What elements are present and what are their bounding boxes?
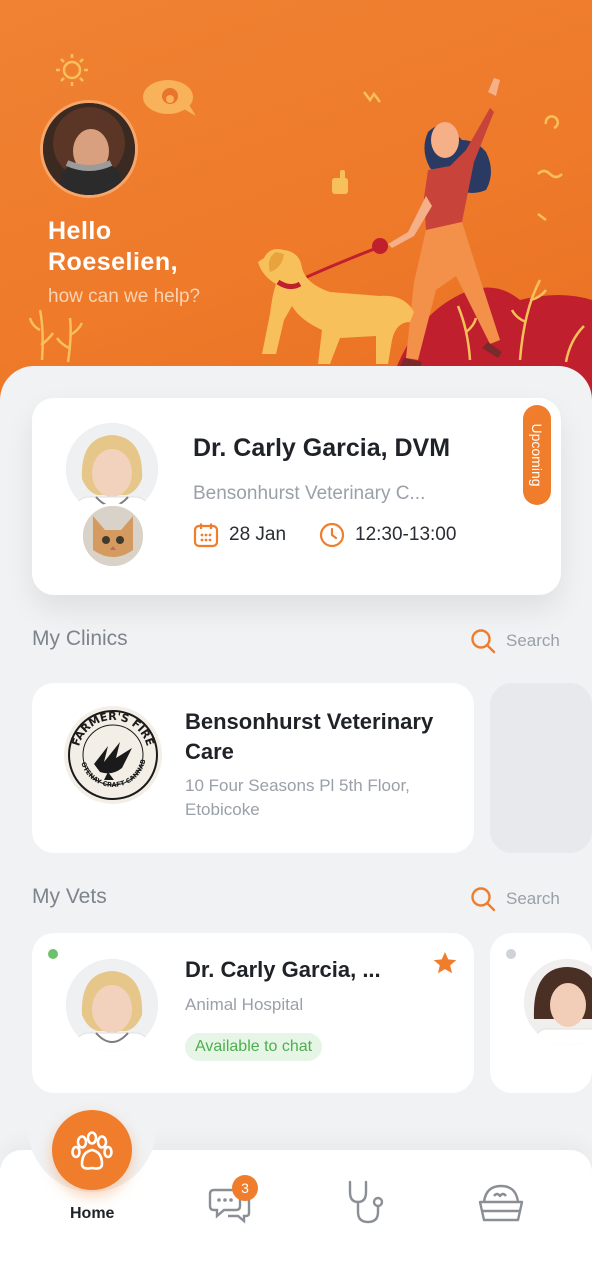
online-indicator bbox=[48, 949, 58, 959]
status-badge-label: Upcoming bbox=[529, 423, 545, 487]
vets-search-label: Search bbox=[506, 889, 560, 908]
vets-search-button[interactable]: Search bbox=[470, 886, 560, 912]
clinic-logo: FARMER'S FIREKOOTENAY CRAFT CANNABIS bbox=[61, 700, 162, 804]
user-avatar[interactable] bbox=[40, 100, 138, 198]
availability-chip: Available to chat bbox=[185, 1033, 323, 1061]
thumbs-up-icon bbox=[332, 170, 348, 192]
vet-name: Dr. Carly Garcia, ... bbox=[185, 957, 381, 982]
clock-icon bbox=[319, 522, 345, 548]
appointment-time-text: 12:30-13:00 bbox=[355, 524, 457, 545]
vet-organization: Animal Hospital bbox=[185, 995, 304, 1014]
pet-photo bbox=[80, 503, 146, 569]
star-icon[interactable] bbox=[432, 950, 458, 976]
clinic-name: Bensonhurst Veterinary Care bbox=[185, 709, 434, 764]
appointment-time: 12:30-13:00 bbox=[319, 522, 456, 548]
vets-section-title: My Vets bbox=[32, 885, 107, 908]
search-icon bbox=[471, 629, 496, 654]
pet-bowl-icon[interactable] bbox=[478, 1182, 524, 1224]
appointment-clinic-name: Bensonhurst Veterinary C... bbox=[193, 483, 426, 504]
clinics-search-button[interactable]: Search bbox=[470, 628, 560, 654]
clinic-logo-graphic: FARMER'S FIREKOOTENAY CRAFT CANNABIS bbox=[61, 700, 158, 800]
search-icon bbox=[471, 887, 496, 912]
appointment-date: 28 Jan bbox=[193, 522, 286, 548]
clinics-section-title: My Clinics bbox=[32, 627, 128, 650]
hero-banner: Hello Roeselien, how can we help? bbox=[0, 0, 592, 420]
greeting-subtitle: how can we help? bbox=[48, 286, 201, 307]
appointment-doctor-name: Dr. Carly Garcia, DVM bbox=[193, 434, 451, 462]
appointment-date-text: 28 Jan bbox=[229, 524, 287, 545]
paw-icon bbox=[71, 1131, 113, 1170]
home-tab-label: Home bbox=[70, 1205, 115, 1222]
dog-illustration bbox=[258, 249, 414, 364]
sun-icon bbox=[56, 54, 88, 86]
clinic-card-next[interactable] bbox=[490, 683, 592, 853]
calendar-icon bbox=[193, 523, 219, 548]
greeting-name: Roeselien, bbox=[48, 248, 179, 276]
speech-bubble-icon bbox=[143, 80, 196, 116]
chat-badge: 3 bbox=[232, 1175, 258, 1201]
greeting-line1: Hello bbox=[48, 217, 112, 245]
offline-indicator bbox=[506, 949, 516, 959]
svg-text:FARMER'S FIRE: FARMER'S FIRE bbox=[69, 710, 156, 748]
home-tab-button[interactable] bbox=[52, 1110, 132, 1190]
vet-photo bbox=[63, 956, 161, 1054]
greeting: Hello Roeselien, bbox=[48, 216, 178, 278]
clinic-address: 10 Four Seasons Pl 5th Floor, Etobicoke bbox=[185, 776, 410, 819]
status-badge: Upcoming bbox=[523, 405, 551, 505]
hero-illustration bbox=[28, 54, 592, 420]
clinics-search-label: Search bbox=[506, 631, 560, 650]
stethoscope-icon[interactable] bbox=[344, 1180, 386, 1226]
user-photo bbox=[43, 103, 135, 195]
